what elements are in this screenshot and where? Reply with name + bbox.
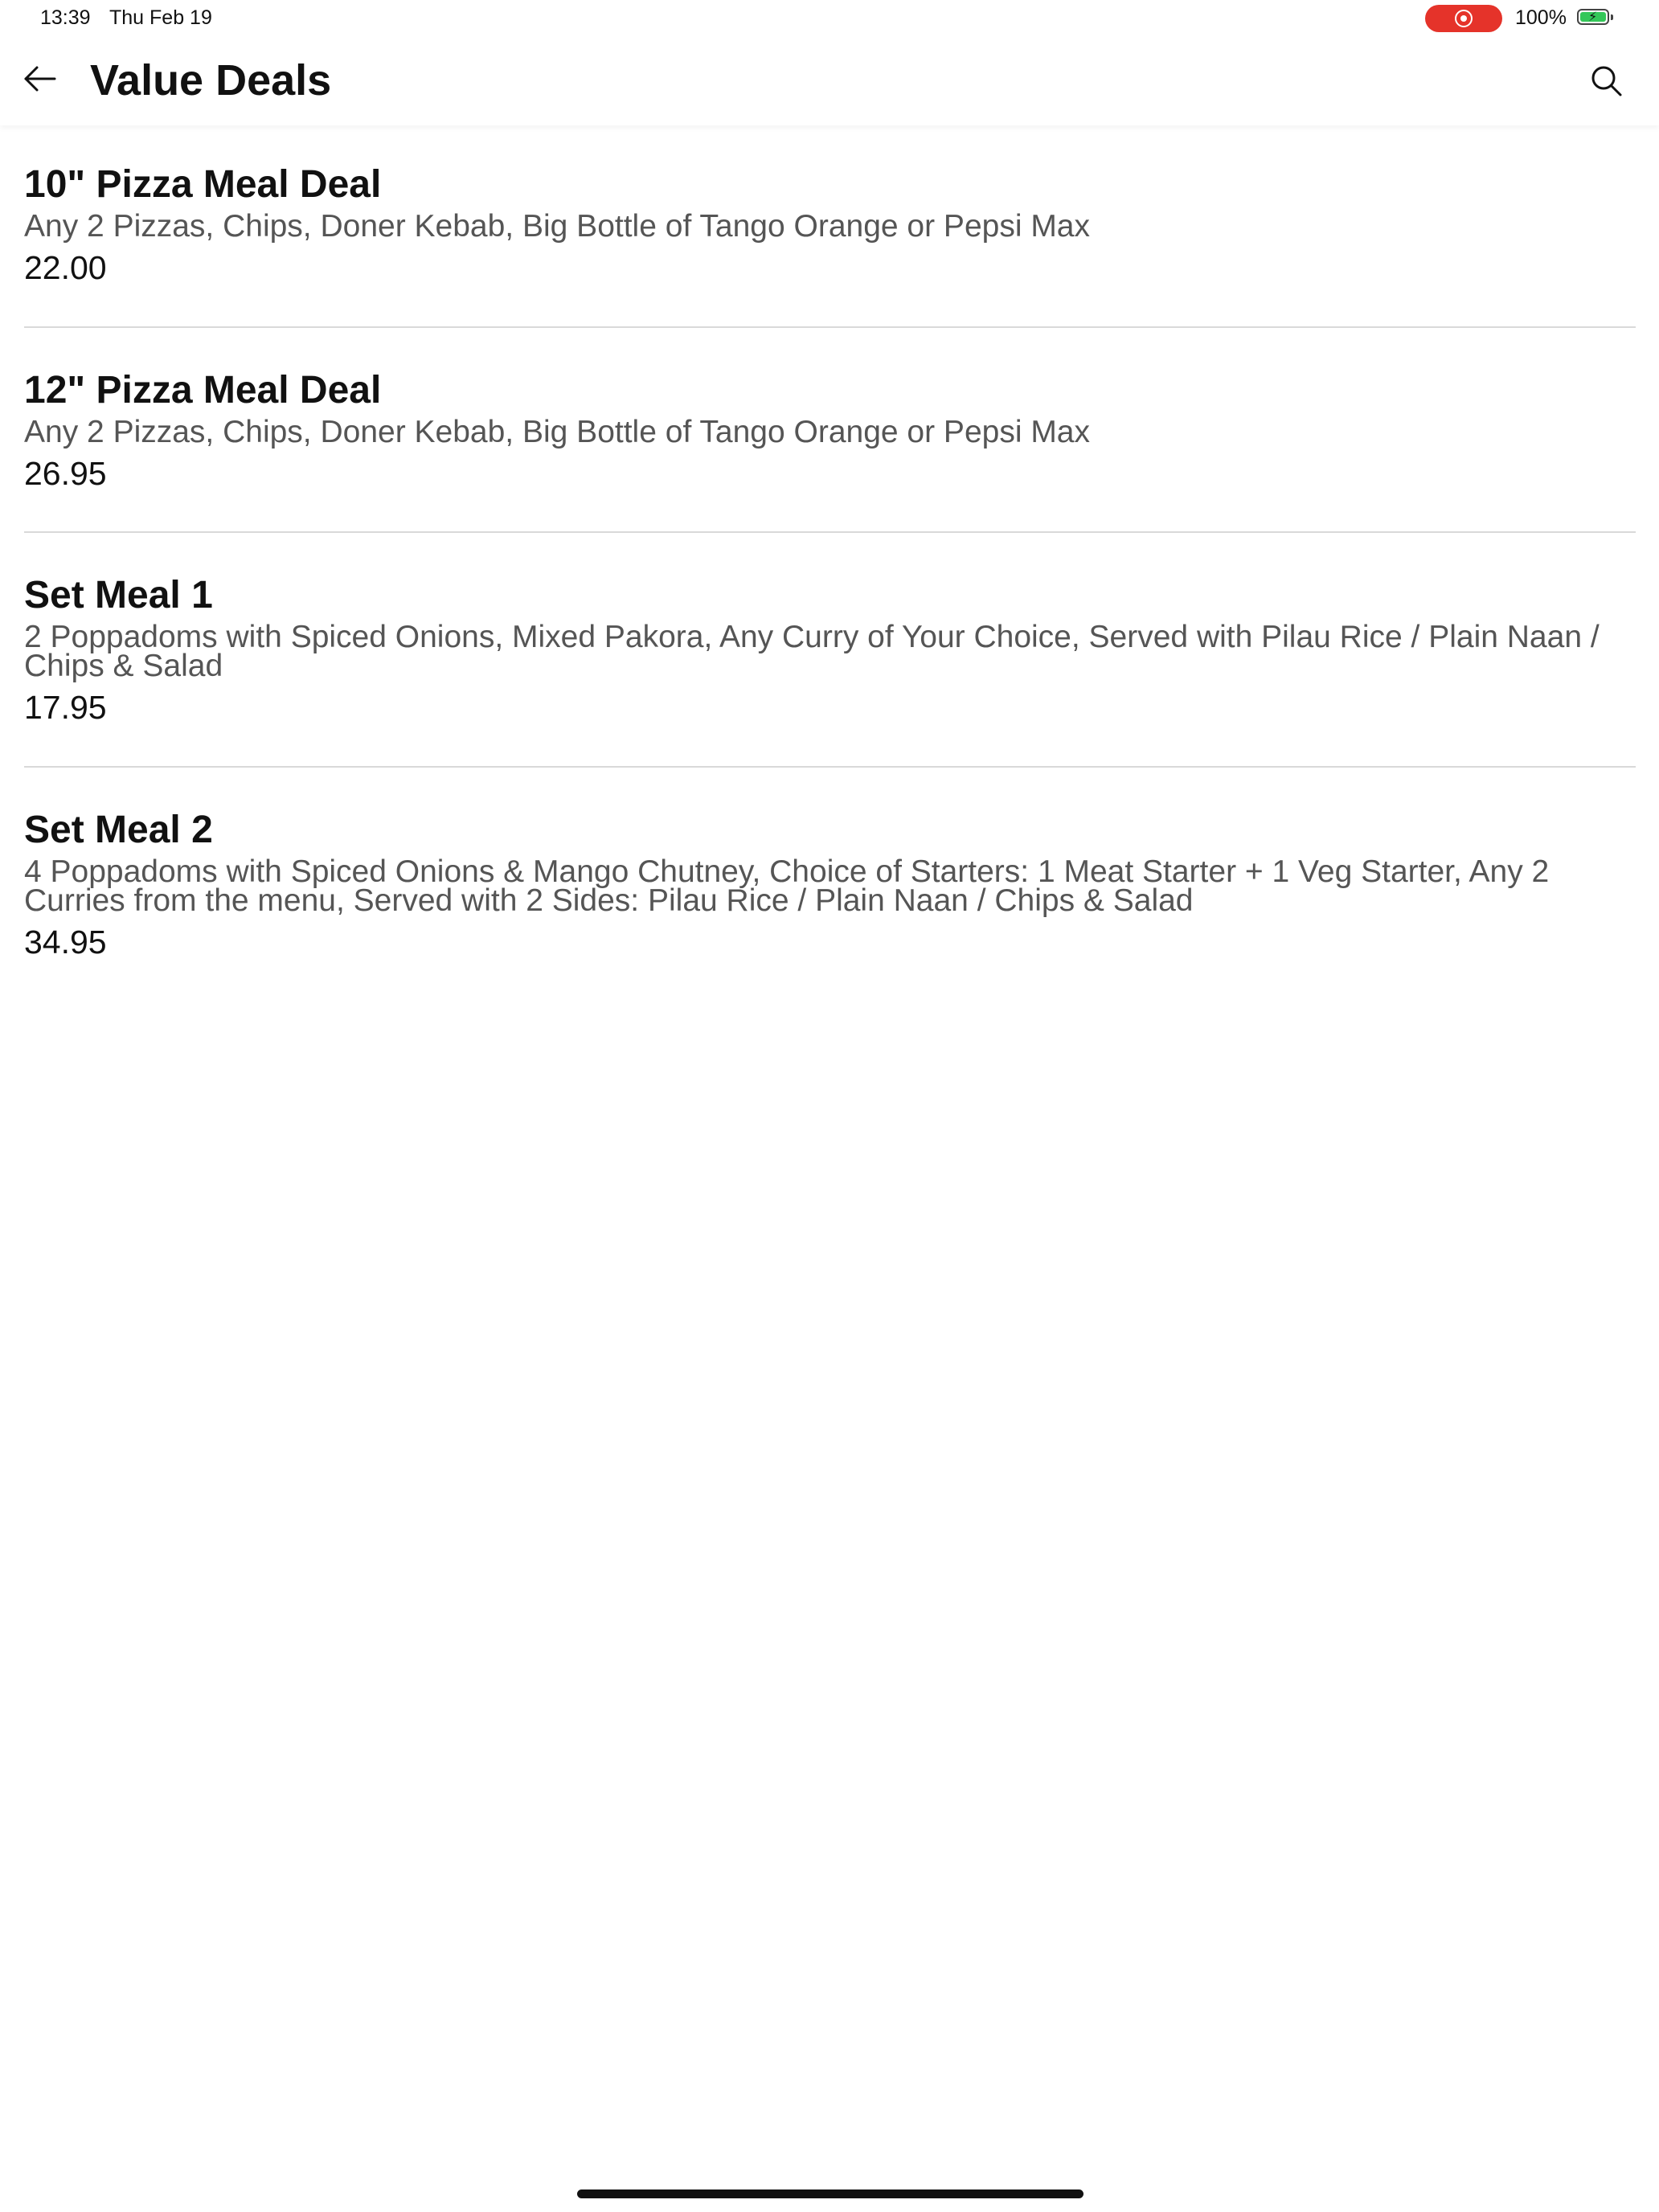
battery-icon: ⚡ [1577, 9, 1613, 25]
deal-description: 2 Poppadoms with Spiced Onions, Mixed Pa… [24, 620, 1600, 683]
status-time: 13:39 [40, 6, 91, 29]
page-title: Value Deals [90, 56, 332, 104]
deal-name: Set Meal 1 [24, 574, 213, 616]
deal-name: 10" Pizza Meal Deal [24, 163, 382, 206]
deal-name: Set Meal 2 [24, 809, 213, 851]
deal-description: Any 2 Pizzas, Chips, Doner Kebab, Big Bo… [24, 209, 1090, 244]
deal-price: 26.95 [24, 455, 107, 492]
deal-description: 4 Poppadoms with Spiced Onions & Mango C… [24, 854, 1550, 918]
search-button[interactable] [1587, 61, 1625, 100]
battery-percent: 100% [1515, 6, 1567, 29]
status-date: Thu Feb 19 [109, 6, 212, 29]
deal-name: 12" Pizza Meal Deal [24, 369, 382, 412]
home-indicator[interactable] [577, 2189, 1083, 2198]
deal-item[interactable]: Set Meal 1 2 Poppadoms with Spiced Onion… [24, 533, 1636, 768]
search-icon [1591, 66, 1622, 96]
deal-item[interactable]: 12" Pizza Meal Deal Any 2 Pizzas, Chips,… [24, 328, 1636, 533]
status-bar: 13:39 Thu Feb 19 100% ⚡ [0, 0, 1659, 37]
deal-description: Any 2 Pizzas, Chips, Doner Kebab, Big Bo… [24, 415, 1090, 449]
back-button[interactable] [19, 58, 61, 100]
header-bar: Value Deals [0, 37, 1659, 125]
deal-price: 34.95 [24, 924, 107, 961]
deal-list: 10" Pizza Meal Deal Any 2 Pizzas, Chips,… [24, 153, 1636, 977]
deal-price: 17.95 [24, 689, 107, 726]
screen-recording-icon[interactable] [1425, 5, 1502, 32]
deal-item[interactable]: Set Meal 2 4 Poppadoms with Spiced Onion… [24, 768, 1636, 977]
arrow-left-icon [24, 66, 56, 92]
deal-price: 22.00 [24, 249, 107, 286]
deal-item[interactable]: 10" Pizza Meal Deal Any 2 Pizzas, Chips,… [24, 153, 1636, 328]
